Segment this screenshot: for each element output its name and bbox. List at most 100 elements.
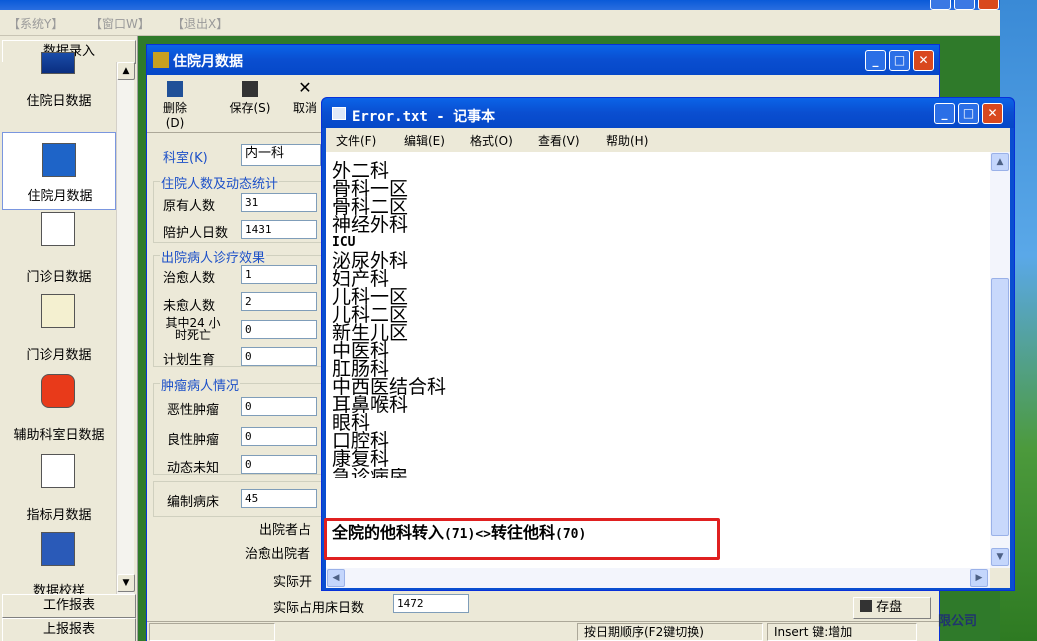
notepad-horizontal-scrollbar[interactable]: ◀ ▶ (326, 568, 990, 588)
nav-item-indicator-monthly[interactable]: 指标月数据 (2, 454, 116, 532)
planned-beds-input[interactable]: 45 (241, 489, 317, 508)
close-button[interactable]: ✕ (913, 50, 934, 71)
original-count-input[interactable]: 31 (241, 193, 317, 212)
bed-days-input[interactable]: 1472 (393, 594, 469, 613)
uncured-count-input[interactable]: 2 (241, 292, 317, 311)
calendar-icon (41, 374, 75, 408)
save-disk-button[interactable]: 存盘 (853, 597, 931, 619)
status-cell (149, 623, 275, 641)
people-icon (41, 294, 75, 328)
nav-item-inpatient-monthly[interactable]: 住院月数据 (2, 132, 116, 210)
main-close-button[interactable] (978, 0, 999, 10)
menu-window[interactable]: 【窗口W】 (90, 15, 150, 32)
field-label: 恶性肿瘤 (167, 403, 220, 418)
main-window-titlebar (0, 0, 1000, 10)
monitor-icon (41, 52, 75, 74)
field-label: 动态未知 (167, 461, 220, 476)
nav-section-submit-reports[interactable]: 上报报表 (2, 618, 136, 641)
notepad-text-area[interactable]: 外二科 骨科一区 骨科二区 神经外科 ICU 泌尿外科 妇产科 儿科一区 儿科二… (326, 152, 990, 568)
field-label: 原有人数 (163, 199, 216, 214)
status-order: 按日期顺序(F2键切换) (577, 623, 763, 641)
menu-edit[interactable]: 编辑(E) (404, 132, 445, 149)
tumor-group-title: 肿瘤病人情况 (160, 375, 241, 394)
notepad-title: Error.txt - 记事本 (352, 109, 496, 125)
menu-system[interactable]: 【系统Y】 (8, 15, 63, 32)
error-highlight-box (324, 518, 720, 560)
field-label: 良性肿瘤 (167, 433, 220, 448)
escort-days-input[interactable]: 1431 (241, 220, 317, 239)
window-title: 住院月数据 (173, 54, 243, 70)
text-line: 康复科 (332, 448, 390, 470)
status-insert-hint: Insert 键:增加 (767, 623, 917, 641)
menu-file[interactable]: 文件(F) (336, 132, 376, 149)
dept-select[interactable]: 内一科 (241, 144, 321, 166)
maximize-button[interactable]: □ (889, 50, 910, 71)
inner-statusbar: 按日期顺序(F2键切换) Insert 键:增加 (147, 621, 939, 641)
nav-scrollbar[interactable]: ▲ ▼ (116, 62, 135, 594)
nav-section-work-reports[interactable]: 工作报表 (2, 594, 136, 618)
field-label: 编制病床 (167, 495, 220, 510)
field-label: 计划生育 (163, 353, 216, 368)
field-label: 其中24 小时死亡 (165, 316, 221, 342)
main-menubar: 【系统Y】 【窗口W】 【退出X】 (0, 10, 1000, 36)
malignant-input[interactable]: 0 (241, 397, 317, 416)
main-minimize-button[interactable] (930, 0, 951, 10)
navigation-panel: 数据录入 住院日数据 住院月数据 门诊日数据 门诊月数据 辅助科室日数据 指标月… (0, 36, 138, 641)
notepad-close-button[interactable]: ✕ (982, 103, 1003, 124)
text-line: 神经外科 (332, 214, 409, 236)
chart-icon (41, 454, 75, 488)
scroll-up-icon[interactable]: ▲ (117, 62, 135, 80)
notepad-icon (332, 107, 346, 120)
menu-view[interactable]: 查看(V) (538, 132, 580, 149)
menu-format[interactable]: 格式(O) (470, 132, 513, 149)
unknown-input[interactable]: 0 (241, 455, 317, 474)
floppy-icon (242, 81, 258, 97)
benign-input[interactable]: 0 (241, 427, 317, 446)
company-label: 限公司 (938, 614, 978, 629)
menu-help[interactable]: 帮助(H) (606, 132, 648, 149)
field-label: 治愈出院者 (245, 547, 311, 562)
nav-item-list: 住院日数据 住院月数据 门诊日数据 门诊月数据 辅助科室日数据 指标月数据 数据… (2, 52, 116, 599)
field-label: 实际占用床日数 (273, 601, 365, 616)
checklist-icon (41, 532, 75, 566)
scroll-down-icon[interactable]: ▼ (117, 574, 135, 592)
save-disk-label: 存盘 (876, 600, 903, 615)
notepad-minimize-button[interactable]: _ (934, 103, 955, 124)
notepad-titlebar: Error.txt - 记事本 _ □ ✕ (322, 98, 1014, 128)
window-icon (42, 143, 76, 177)
notepad-vertical-scrollbar[interactable]: ▲ ▼ (990, 152, 1010, 568)
form-icon (41, 212, 75, 246)
main-maximize-button[interactable] (954, 0, 975, 10)
nav-item-outpatient-monthly[interactable]: 门诊月数据 (2, 294, 116, 372)
resize-grip[interactable] (990, 568, 1010, 588)
outcome-group-title: 出院病人诊疗效果 (160, 247, 267, 266)
menu-exit[interactable]: 【退出X】 (172, 15, 228, 32)
scroll-left-icon[interactable]: ◀ (327, 569, 345, 587)
nav-item-auxiliary-daily[interactable]: 辅助科室日数据 (2, 374, 116, 452)
inpatient-monthly-titlebar: 住院月数据 _ □ ✕ (147, 45, 939, 75)
scroll-down-icon[interactable]: ▼ (991, 548, 1009, 566)
cured-count-input[interactable]: 1 (241, 265, 317, 284)
dept-label: 科室(K) (163, 151, 208, 166)
field-label: 治愈人数 (163, 271, 216, 286)
app-icon (153, 52, 169, 68)
scroll-thumb[interactable] (991, 278, 1009, 536)
cancel-button[interactable]: ✕ 取消 (289, 77, 321, 129)
death24h-input[interactable]: 0 (241, 320, 317, 339)
family-planning-input[interactable]: 0 (241, 347, 317, 366)
nav-item-inpatient-daily[interactable]: 住院日数据 (2, 52, 116, 130)
floppy-icon (860, 600, 872, 612)
minimize-button[interactable]: _ (865, 50, 886, 71)
notepad-maximize-button[interactable]: □ (958, 103, 979, 124)
department-lines: 外二科 骨科一区 骨科二区 神经外科 ICU 泌尿外科 妇产科 儿科一区 儿科二… (332, 162, 446, 479)
delete-button[interactable]: 删除(D) (155, 77, 195, 130)
scroll-right-icon[interactable]: ▶ (970, 569, 988, 587)
field-label: 陪护人日数 (163, 226, 229, 241)
scroll-up-icon[interactable]: ▲ (991, 153, 1009, 171)
field-label: 出院者占 (259, 523, 312, 538)
field-label: 未愈人数 (163, 299, 216, 314)
save-button[interactable]: 保存(S) (223, 77, 277, 129)
cancel-x-icon: ✕ (298, 78, 312, 97)
census-group-title: 住院人数及动态统计 (160, 173, 280, 192)
nav-item-outpatient-daily[interactable]: 门诊日数据 (2, 212, 116, 290)
